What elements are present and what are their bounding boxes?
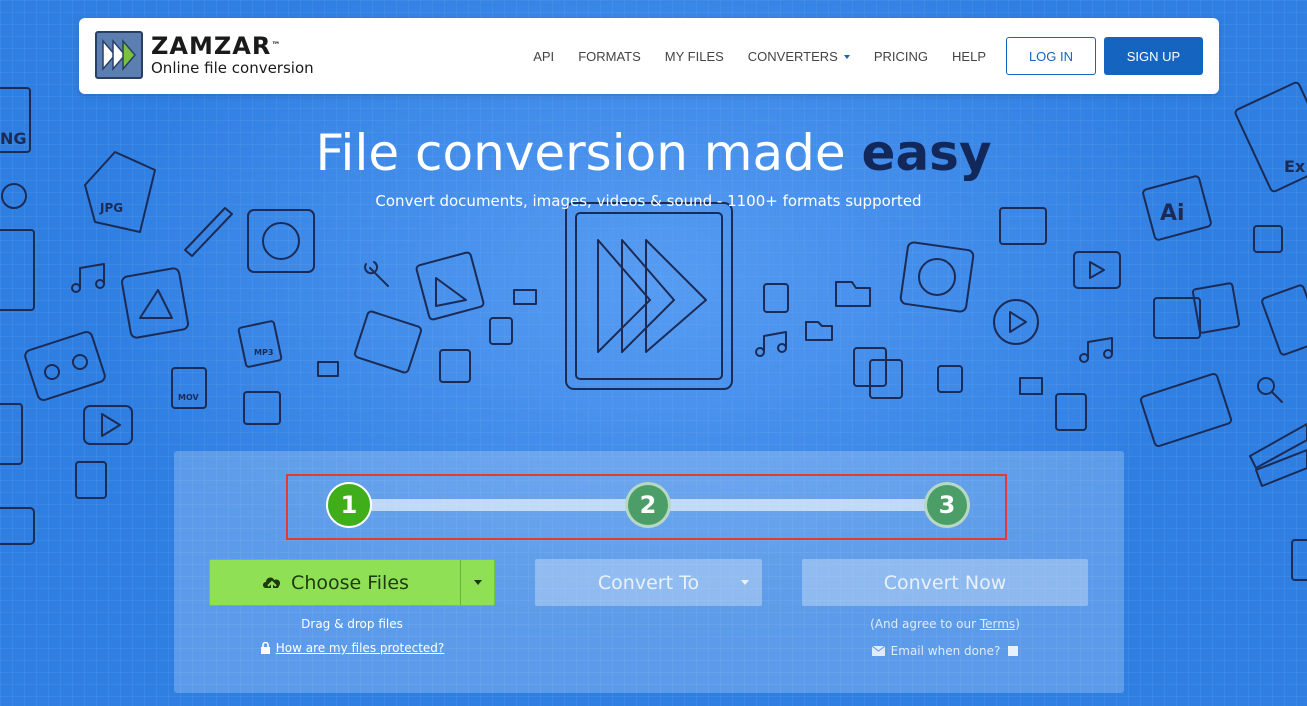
drag-drop-hint: Drag & drop files [301, 617, 403, 631]
dropdown-caret-icon [843, 55, 850, 60]
play-forward-icon [565, 202, 733, 390]
zamzar-logo[interactable]: ZAMZAR™ Online file conversion [95, 31, 314, 79]
doodle-gallery-icon [1153, 282, 1241, 339]
doodle-mp3-icon: MP3 [237, 320, 283, 368]
doodle-image-icon [243, 391, 281, 425]
doodle-code-icon [1253, 225, 1283, 253]
envelope-icon [871, 646, 885, 656]
email-when-done-checkbox[interactable] [1008, 646, 1019, 656]
choose-files-label: Choose Files [291, 571, 409, 594]
doodle-ruler-icon [1255, 449, 1307, 487]
step-3-indicator: 3 [924, 482, 970, 528]
step-1-indicator: 1 [326, 482, 372, 528]
doodle-music-right2-icon [1079, 337, 1113, 363]
doodle-folder-icon [835, 281, 871, 307]
doodle-laptop-icon [1139, 372, 1233, 448]
doodle-search-icon [1257, 377, 1283, 403]
terms-link[interactable]: Terms [980, 617, 1015, 631]
nav-converters-label: CONVERTERS [747, 48, 838, 64]
svg-text:MOV: MOV [178, 393, 200, 402]
convert-to-select[interactable]: Convert To [535, 559, 762, 606]
doodle-edge2-icon [0, 403, 23, 465]
hero-title-emphasis: easy [861, 124, 992, 182]
brand-tagline: Online file conversion [151, 59, 314, 77]
doodle-file3-icon [75, 461, 107, 499]
lock-icon [260, 642, 270, 654]
choose-files-dropdown[interactable] [460, 560, 494, 605]
doodle-clipboard2-icon [1055, 393, 1087, 431]
hero-title: File conversion made easy [315, 124, 992, 182]
email-when-done-row: Email when done? [802, 644, 1088, 658]
doodle-file-edge2-icon [1291, 539, 1307, 581]
doodle-file-right2-icon [937, 365, 963, 393]
doodle-music-right-icon [755, 331, 787, 357]
doodle-play-circle-icon [993, 299, 1039, 345]
doodle-video-icon [83, 405, 133, 445]
doodle-tape-icon [24, 331, 106, 401]
choose-files-button[interactable]: Choose Files [210, 560, 460, 605]
nav-api[interactable]: API [533, 49, 554, 64]
doodle-envelope-icon [513, 289, 537, 305]
pencil-doodle-icon [184, 207, 233, 257]
nav-help[interactable]: HELP [952, 49, 986, 64]
doodle-people-icon [0, 507, 35, 545]
dropdown-caret-icon [473, 580, 482, 585]
doodle-folder2-icon [805, 321, 833, 341]
doodle-layers-icon [415, 251, 485, 321]
login-button[interactable]: LOG IN [1006, 37, 1096, 75]
doodle-video-right-icon [1073, 251, 1121, 289]
email-when-done-label: Email when done? [890, 644, 1001, 658]
step-2-indicator: 2 [625, 482, 671, 528]
top-navbar: ZAMZAR™ Online file conversion API FORMA… [79, 18, 1219, 94]
convert-now-button[interactable]: Convert Now [802, 559, 1088, 606]
nav-converters[interactable]: CONVERTERS [748, 49, 850, 64]
doodle-image-right-icon [999, 207, 1047, 245]
terms-agreement: (And agree to our Terms) [870, 617, 1020, 631]
doodle-contact-icon [439, 349, 471, 383]
signup-button[interactable]: SIGN UP [1104, 37, 1203, 75]
files-protected-row: How are my files protected? [209, 641, 495, 655]
doodle-clipboard-icon [853, 347, 903, 399]
nav-pricing[interactable]: PRICING [874, 49, 928, 64]
convert-to-label: Convert To [597, 571, 700, 594]
dropdown-caret-icon [741, 580, 749, 585]
hero-subtitle: Convert documents, images, videos & soun… [375, 192, 922, 210]
cloud-upload-icon [263, 577, 281, 592]
logo-arrows-icon [95, 31, 143, 79]
doodle-film-icon [353, 310, 423, 374]
doodle-mov-icon: MOV [171, 367, 207, 409]
nav-links: API FORMATS MY FILES CONVERTERS PRICING … [509, 37, 1203, 75]
wrench-doodle-icon [364, 261, 389, 287]
doodle-file-right-icon [763, 283, 789, 313]
doodle-play-icon [121, 267, 189, 339]
files-protected-link[interactable]: How are my files protected? [276, 641, 445, 655]
doodle-file-edge-icon [1261, 284, 1307, 356]
nav-formats[interactable]: FORMATS [578, 49, 641, 64]
doodle-envelope2-icon [317, 361, 339, 377]
doodle-edge-icon [0, 229, 35, 311]
doodle-music-icon [71, 263, 105, 293]
doodle-sync-icon [247, 209, 315, 273]
doodle-pencil-right-icon [1249, 423, 1307, 469]
choose-files-button-group: Choose Files [209, 559, 495, 606]
svg-text:MP3: MP3 [254, 348, 273, 357]
doodle-sync-right-icon [899, 241, 975, 313]
doodle-file-small-icon [489, 317, 513, 345]
brand-name: ZAMZAR™ [151, 32, 282, 60]
nav-my-files[interactable]: MY FILES [665, 49, 724, 64]
doodle-folder3-icon [1019, 377, 1043, 395]
